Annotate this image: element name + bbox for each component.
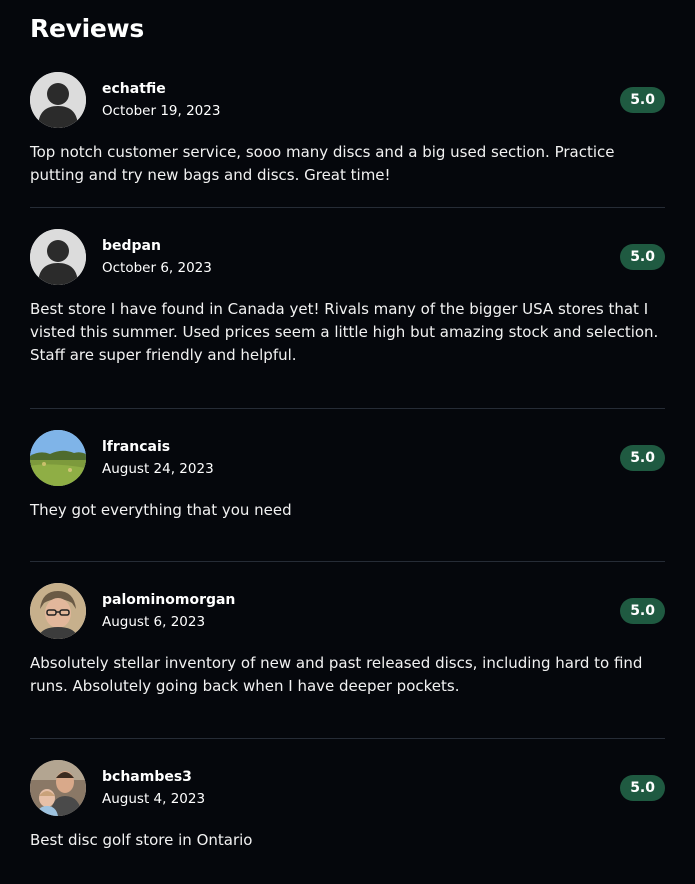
review-date: August 4, 2023 (102, 791, 206, 807)
review-date: August 24, 2023 (102, 461, 214, 477)
review-date: October 19, 2023 (102, 103, 221, 119)
rating-badge: 5.0 (620, 244, 665, 270)
review-item: lfrancais August 24, 2023 5.0 They got e… (30, 429, 665, 562)
rating-badge: 5.0 (620, 87, 665, 113)
review-date: October 6, 2023 (102, 260, 212, 276)
rating-badge: 5.0 (620, 775, 665, 801)
review-header: lfrancais August 24, 2023 5.0 (30, 429, 665, 487)
reviews-heading: Reviews (30, 14, 144, 43)
family-photo-avatar[interactable] (30, 760, 86, 816)
review-text: Top notch customer service, sooo many di… (30, 143, 615, 184)
person-photo-avatar[interactable] (30, 583, 86, 639)
review-header: bchambes3 August 4, 2023 5.0 (30, 759, 665, 817)
review-meta: bchambes3 August 4, 2023 (102, 767, 620, 809)
rating-badge: 5.0 (620, 598, 665, 624)
reviewer-username[interactable]: palominomorgan (102, 590, 620, 610)
reviewer-username[interactable]: bedpan (102, 236, 620, 256)
rating-badge: 5.0 (620, 445, 665, 471)
review-meta: lfrancais August 24, 2023 (102, 437, 620, 479)
default-avatar-icon[interactable] (30, 229, 86, 285)
default-avatar-icon[interactable] (30, 72, 86, 128)
review-item: bedpan October 6, 2023 5.0 Best store I … (30, 228, 665, 409)
review-text: Best store I have found in Canada yet! R… (30, 300, 659, 364)
review-text: Best disc golf store in Ontario (30, 831, 253, 849)
review-meta: echatfie October 19, 2023 (102, 79, 620, 121)
landscape-photo-avatar[interactable] (30, 430, 86, 486)
review-header: echatfie October 19, 2023 5.0 (30, 71, 665, 129)
review-item: echatfie October 19, 2023 5.0 Top notch … (30, 71, 665, 208)
review-meta: palominomorgan August 6, 2023 (102, 590, 620, 632)
reviewer-username[interactable]: echatfie (102, 79, 620, 99)
reviewer-username[interactable]: lfrancais (102, 437, 620, 457)
review-text: Absolutely stellar inventory of new and … (30, 654, 643, 695)
review-header: palominomorgan August 6, 2023 5.0 (30, 582, 665, 640)
review-header: bedpan October 6, 2023 5.0 (30, 228, 665, 286)
reviewer-username[interactable]: bchambes3 (102, 767, 620, 787)
reviews-section: Reviews echatfie October 19, 2023 5.0 To… (0, 0, 695, 884)
review-item: bchambes3 August 4, 2023 5.0 Best disc g… (30, 759, 665, 884)
review-text: They got everything that you need (30, 501, 292, 519)
review-item: palominomorgan August 6, 2023 5.0 Absolu… (30, 582, 665, 739)
review-date: August 6, 2023 (102, 614, 206, 630)
review-meta: bedpan October 6, 2023 (102, 236, 620, 278)
